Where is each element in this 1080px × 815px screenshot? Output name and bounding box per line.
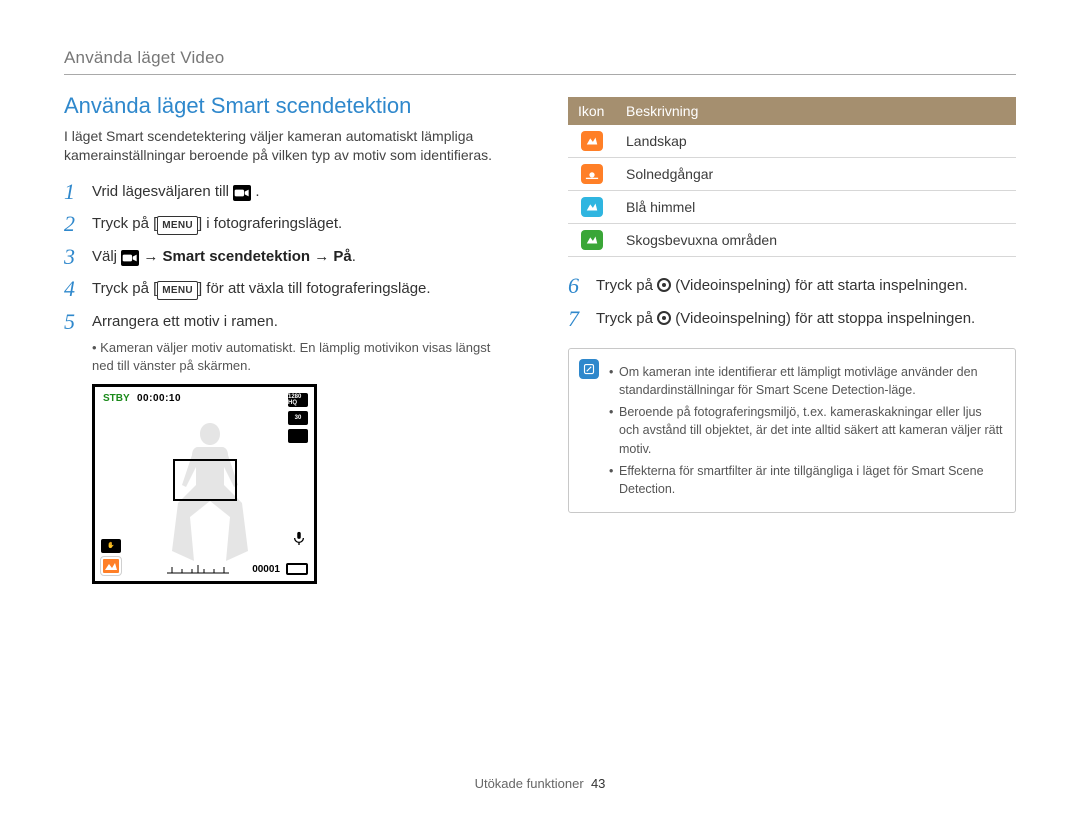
step-body: Tryck på [MENU] för att växla till fotog… [92,278,512,301]
scene-label: Solnedgångar [616,158,1016,191]
step-sub: Kameran väljer motiv automatiskt. En läm… [92,339,512,375]
mic-icon [292,531,306,545]
step-body: Tryck på [MENU] i fotograferingsläget. [92,213,512,236]
stby-label: STBY [103,393,130,404]
step-body: Välj → Smart scendetektion → På. [92,246,512,269]
steps-left: 1 Vrid lägesväljaren till . 2 Tryck på [… [64,181,512,376]
step-number: 4 [64,278,82,300]
storage-badge [288,429,308,443]
footer: Utökade funktioner 43 [0,776,1080,791]
focus-box [173,459,237,501]
scene-icon [581,131,603,151]
scene-icon [581,164,603,184]
note-item: Om kameran inte identifierar ett lämplig… [609,363,1003,399]
note-icon [579,359,599,379]
elapsed-time: 00:00:10 [137,393,181,404]
step-number: 6 [568,275,586,297]
menu-icon: MENU [157,281,198,300]
step-number: 3 [64,246,82,268]
scene-icon-active [101,557,121,575]
scene-icon [581,197,603,217]
shot-counter: 00001 [252,564,280,575]
step-number: 2 [64,213,82,235]
step-body: Tryck på (Videoinspelning) för att start… [596,275,1016,298]
table-row: Skogsbevuxna områden [568,224,1016,257]
note-item: Effekterna för smartfilter är inte tillg… [609,462,1003,498]
scene-icon [581,230,603,250]
steps-right: 6 Tryck på (Videoinspelning) för att sta… [568,275,1016,330]
battery-icon [286,563,308,575]
record-icon [657,278,671,292]
note-box: Om kameran inte identifierar ett lämplig… [568,348,1016,513]
menu-icon: MENU [157,216,198,235]
table-header-desc: Beskrivning [616,97,1016,125]
resolution-badge: 1280 HQ [288,393,308,407]
scene-icon-table: Ikon Beskrivning LandskapSolnedgångarBlå… [568,97,1016,257]
step-number: 5 [64,311,82,333]
scene-label: Landskap [616,125,1016,158]
breadcrumb: Använda läget Video [64,48,1016,68]
divider [64,74,1016,75]
scene-label: Skogsbevuxna områden [616,224,1016,257]
camera-screen-illustration: STBY 00:00:10 1280 HQ 30 ✋ [92,384,317,584]
footer-section: Utökade funktioner [475,776,584,791]
table-row: Solnedgångar [568,158,1016,191]
intro-text: I läget Smart scendetektering väljer kam… [64,127,512,165]
step-body: Tryck på (Videoinspelning) för att stopp… [596,308,1016,331]
stabilizer-icon: ✋ [101,539,121,553]
video-mode-icon [233,185,251,201]
video-mode-icon [121,250,139,266]
table-row: Blå himmel [568,191,1016,224]
step-body: Vrid lägesväljaren till . [92,181,512,204]
note-item: Beroende på fotograferingsmiljö, t.ex. k… [609,403,1003,457]
exposure-meter [167,563,229,575]
page-title: Använda läget Smart scendetektion [64,93,512,119]
record-icon [657,311,671,325]
fps-badge: 30 [288,411,308,425]
step-body: Arrangera ett motiv i ramen. Kameran väl… [92,311,512,376]
scene-label: Blå himmel [616,191,1016,224]
table-row: Landskap [568,125,1016,158]
footer-page: 43 [591,776,605,791]
table-header-icon: Ikon [568,97,616,125]
step-number: 7 [568,308,586,330]
step-number: 1 [64,181,82,203]
